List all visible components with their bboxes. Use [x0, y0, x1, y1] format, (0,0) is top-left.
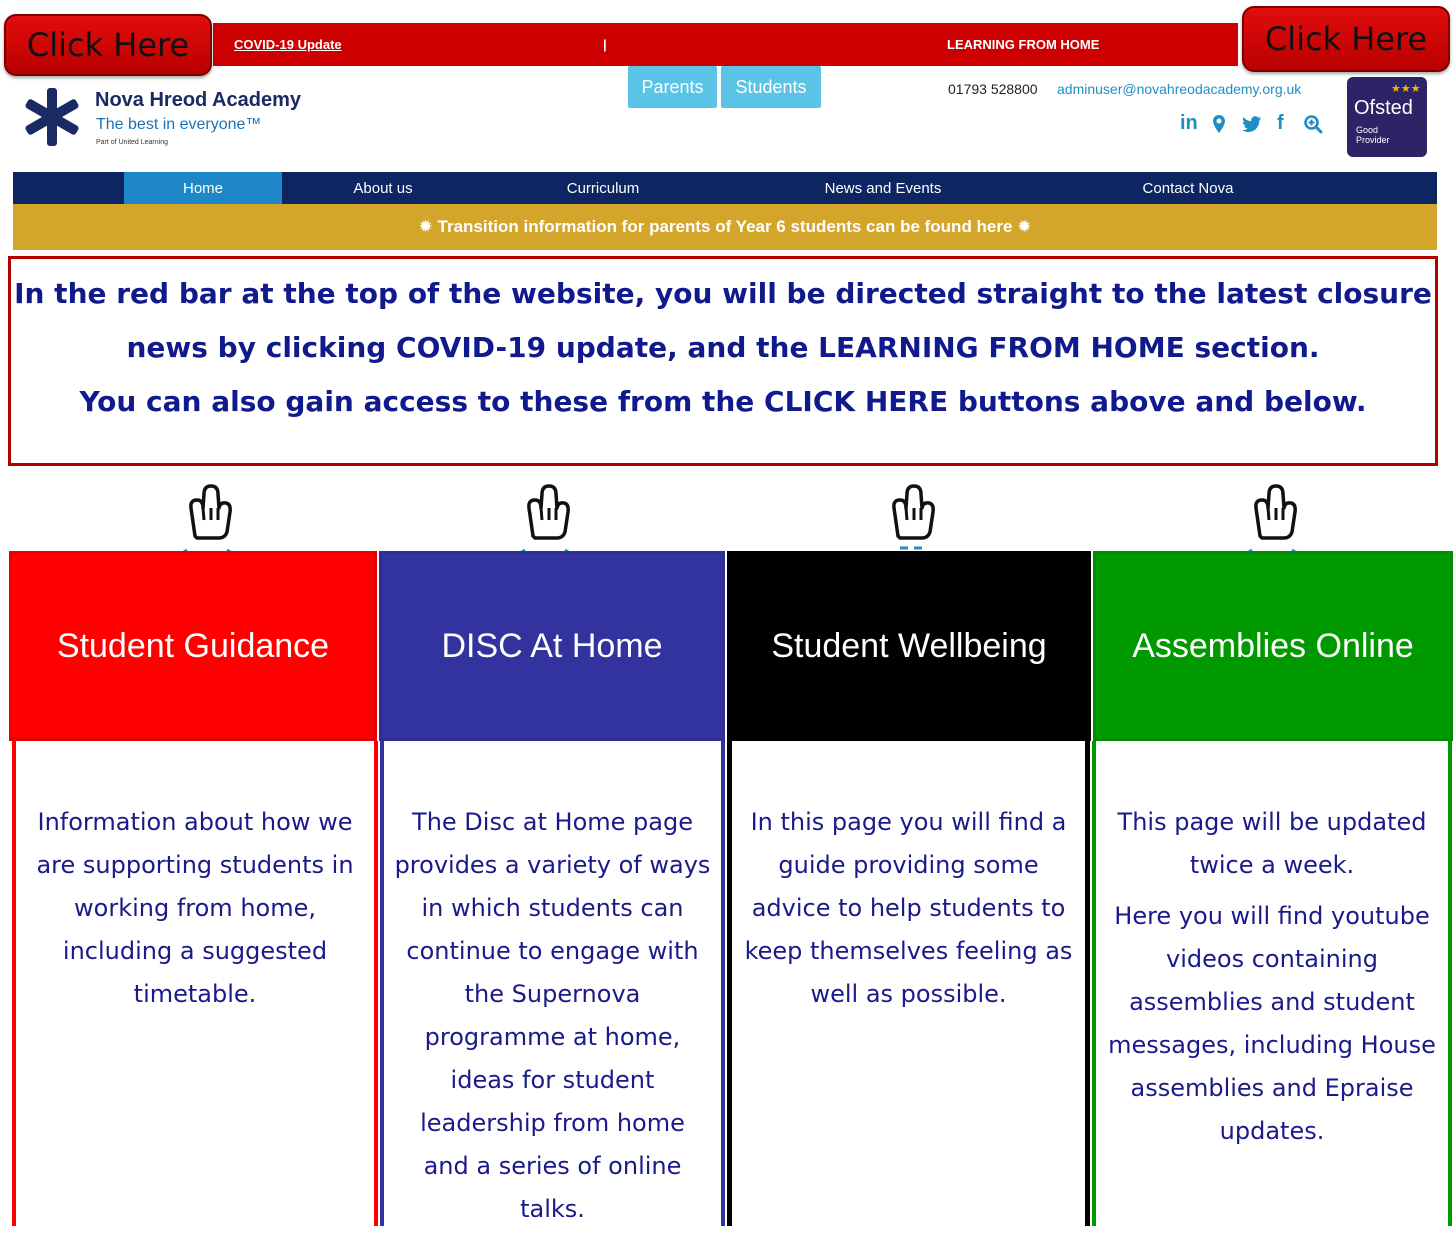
card-student-wellbeing-body: In this page you will find a guide provi…: [727, 741, 1090, 1226]
school-name[interactable]: Nova Hreod Academy: [95, 89, 301, 112]
nav-item-home[interactable]: Home: [124, 172, 282, 204]
card-student-wellbeing-button[interactable]: Student Wellbeing: [727, 551, 1091, 741]
click-here-button-left[interactable]: Click Here: [4, 14, 212, 76]
info-notice-box: In the red bar at the top of the website…: [8, 256, 1438, 466]
learning-from-home-link[interactable]: LEARNING FROM HOME: [947, 37, 1099, 52]
card-title: Assemblies Online: [1132, 626, 1414, 665]
facebook-icon[interactable]: f: [1277, 112, 1284, 135]
map-pin-icon[interactable]: [1212, 114, 1226, 134]
transition-info-banner[interactable]: ✹ Transition information for parents of …: [13, 204, 1437, 250]
covid-update-link[interactable]: COVID-19 Update: [234, 37, 342, 52]
card-description: In this page you will find a guide provi…: [744, 808, 1073, 1008]
nav-item-curriculum[interactable]: Curriculum: [523, 172, 683, 204]
parents-button[interactable]: Parents: [628, 66, 717, 108]
twitter-icon[interactable]: [1242, 116, 1262, 132]
card-description: This page will be updated twice a week. …: [1108, 808, 1436, 1145]
main-nav: Home About us Curriculum News and Events…: [13, 172, 1437, 204]
linkedin-icon[interactable]: in: [1180, 112, 1198, 135]
card-description: Information about how we are supporting …: [36, 808, 354, 1008]
card-title: DISC At Home: [441, 626, 663, 665]
nav-item-about-us[interactable]: About us: [313, 172, 453, 204]
info-line-1: In the red bar at the top of the website…: [14, 277, 1432, 310]
topbar-separator: |: [603, 37, 607, 52]
school-logo-star-icon[interactable]: [22, 87, 82, 147]
card-title: Student Wellbeing: [771, 626, 1047, 665]
school-sub-tagline: Part of United Learning: [96, 139, 168, 146]
info-line-2: news by clicking COVID-19 update, and th…: [126, 331, 1320, 364]
ofsted-label: Ofsted: [1354, 97, 1413, 119]
ofsted-rating: Good Provider: [1356, 125, 1390, 145]
students-button[interactable]: Students: [721, 66, 821, 108]
school-tagline: The best in everyone™: [96, 116, 262, 133]
search-zoom-icon[interactable]: [1303, 114, 1323, 134]
phone-number[interactable]: 01793 528800: [948, 81, 1038, 97]
card-student-guidance-body: Information about how we are supporting …: [12, 741, 378, 1226]
info-line-3: You can also gain access to these from t…: [79, 385, 1367, 418]
card-assemblies-online-button[interactable]: Assemblies Online: [1093, 551, 1453, 741]
card-description: The Disc at Home page provides a variety…: [394, 808, 711, 1223]
card-student-guidance-button[interactable]: Student Guidance: [9, 551, 377, 741]
nav-item-contact-nova[interactable]: Contact Nova: [1108, 172, 1268, 204]
email-link[interactable]: adminuser@novahreodacademy.org.uk: [1057, 81, 1301, 97]
top-red-bar: COVID-19 Update | LEARNING FROM HOME: [213, 23, 1238, 66]
ofsted-badge[interactable]: ★★★ Ofsted Good Provider: [1347, 77, 1427, 157]
card-disc-at-home-body: The Disc at Home page provides a variety…: [380, 741, 725, 1226]
click-here-button-right[interactable]: Click Here: [1242, 6, 1450, 72]
ofsted-stars-icon: ★★★: [1391, 83, 1421, 95]
card-disc-at-home-button[interactable]: DISC At Home: [379, 551, 725, 741]
card-title: Student Guidance: [56, 626, 330, 665]
card-assemblies-online-body: This page will be updated twice a week. …: [1092, 741, 1452, 1226]
nav-item-news-events[interactable]: News and Events: [793, 172, 973, 204]
